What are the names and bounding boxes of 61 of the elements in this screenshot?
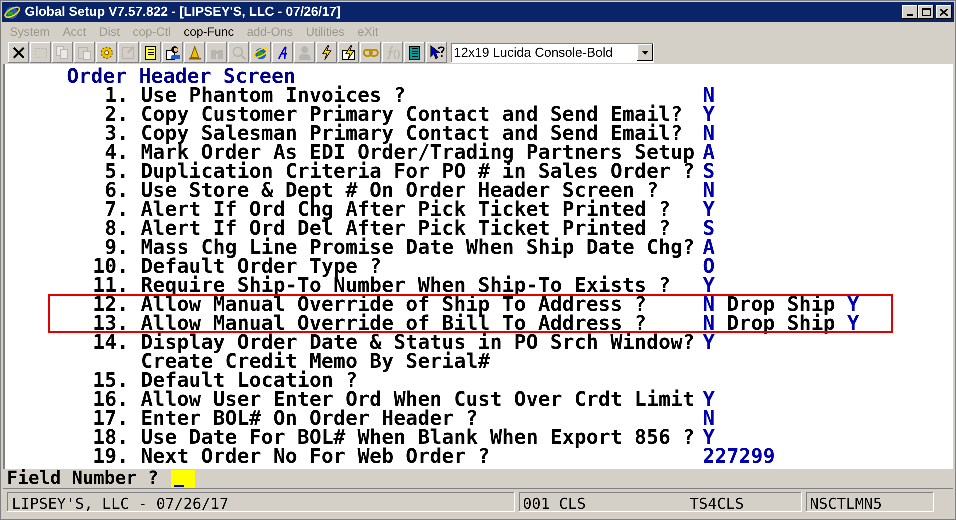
field-number: 13. xyxy=(92,314,129,333)
field-number: 9. xyxy=(104,238,129,257)
field-value: N xyxy=(703,314,716,333)
window-title: Global Setup V7.57.822 - [LIPSEY'S, LLC - 07/26/17] xyxy=(25,3,341,22)
field-value: N xyxy=(703,409,716,428)
user-text: NSCTLMN5 xyxy=(809,495,882,513)
dropdown-arrow-icon xyxy=(642,50,648,54)
field-value: N xyxy=(703,295,716,314)
prompt-label: Field Number ? xyxy=(7,467,159,491)
field-number: 11. xyxy=(92,276,129,295)
close-button[interactable] xyxy=(936,5,952,19)
field-value: Y xyxy=(703,276,716,295)
field-number: 16. xyxy=(92,390,129,409)
close-icon xyxy=(940,8,948,16)
field-number: 15. xyxy=(92,371,129,390)
field-number: 5. xyxy=(104,162,129,181)
font-value: 12x19 Lucida Console-Bold xyxy=(453,44,614,62)
station-text: TS4CLS xyxy=(690,494,744,511)
field-number: 3. xyxy=(104,124,129,143)
field-number: 17. xyxy=(92,409,129,428)
field-value: N xyxy=(703,124,716,143)
field-value: S xyxy=(703,162,716,181)
field-number: 12. xyxy=(92,295,129,314)
minimize-button[interactable] xyxy=(902,5,918,19)
field-value: A xyxy=(703,143,716,162)
field-value: Y xyxy=(703,200,716,219)
field-number: 1. xyxy=(104,86,129,105)
field-value: N xyxy=(703,181,716,200)
menu-item[interactable]: cop-Func xyxy=(184,22,234,40)
field-number: 7. xyxy=(104,200,129,219)
field-value: Y xyxy=(703,390,716,409)
maximize-button[interactable] xyxy=(918,5,934,19)
code-text: 001 CLS xyxy=(522,494,588,511)
minimize-icon xyxy=(907,14,913,16)
field-number: 2. xyxy=(104,105,129,124)
field-number: 6. xyxy=(104,181,129,200)
field-value: Y xyxy=(703,105,716,124)
field-number: 19. xyxy=(92,447,129,466)
maximize-icon xyxy=(922,8,930,16)
field-number: 4. xyxy=(104,143,129,162)
field-value: Y xyxy=(703,428,716,447)
field-number: 14. xyxy=(92,333,129,352)
company-text: LIPSEY'S, LLC - 07/26/17 xyxy=(11,495,229,513)
field-value: S xyxy=(703,219,716,238)
field-value: 227299 xyxy=(703,447,776,466)
font-dropdown[interactable]: 12x19 Lucida Console-Bold xyxy=(451,42,654,62)
field-value: N xyxy=(703,86,716,105)
field-number: 10. xyxy=(92,257,129,276)
field-label: Drop Ship xyxy=(727,314,836,333)
field-label: Drop Ship xyxy=(727,295,836,314)
field-value: A xyxy=(703,238,716,257)
globe-icon xyxy=(4,4,21,20)
field-number-input[interactable] xyxy=(170,470,195,488)
field-value: Y xyxy=(847,295,860,314)
screen-title: Order Header Screen xyxy=(67,64,296,88)
field-value: O xyxy=(703,257,716,276)
field-value: Y xyxy=(847,314,860,333)
field-number: 18. xyxy=(92,428,129,447)
field-value: Y xyxy=(703,333,716,352)
field-number: 8. xyxy=(104,219,129,238)
text-cursor xyxy=(174,484,184,486)
